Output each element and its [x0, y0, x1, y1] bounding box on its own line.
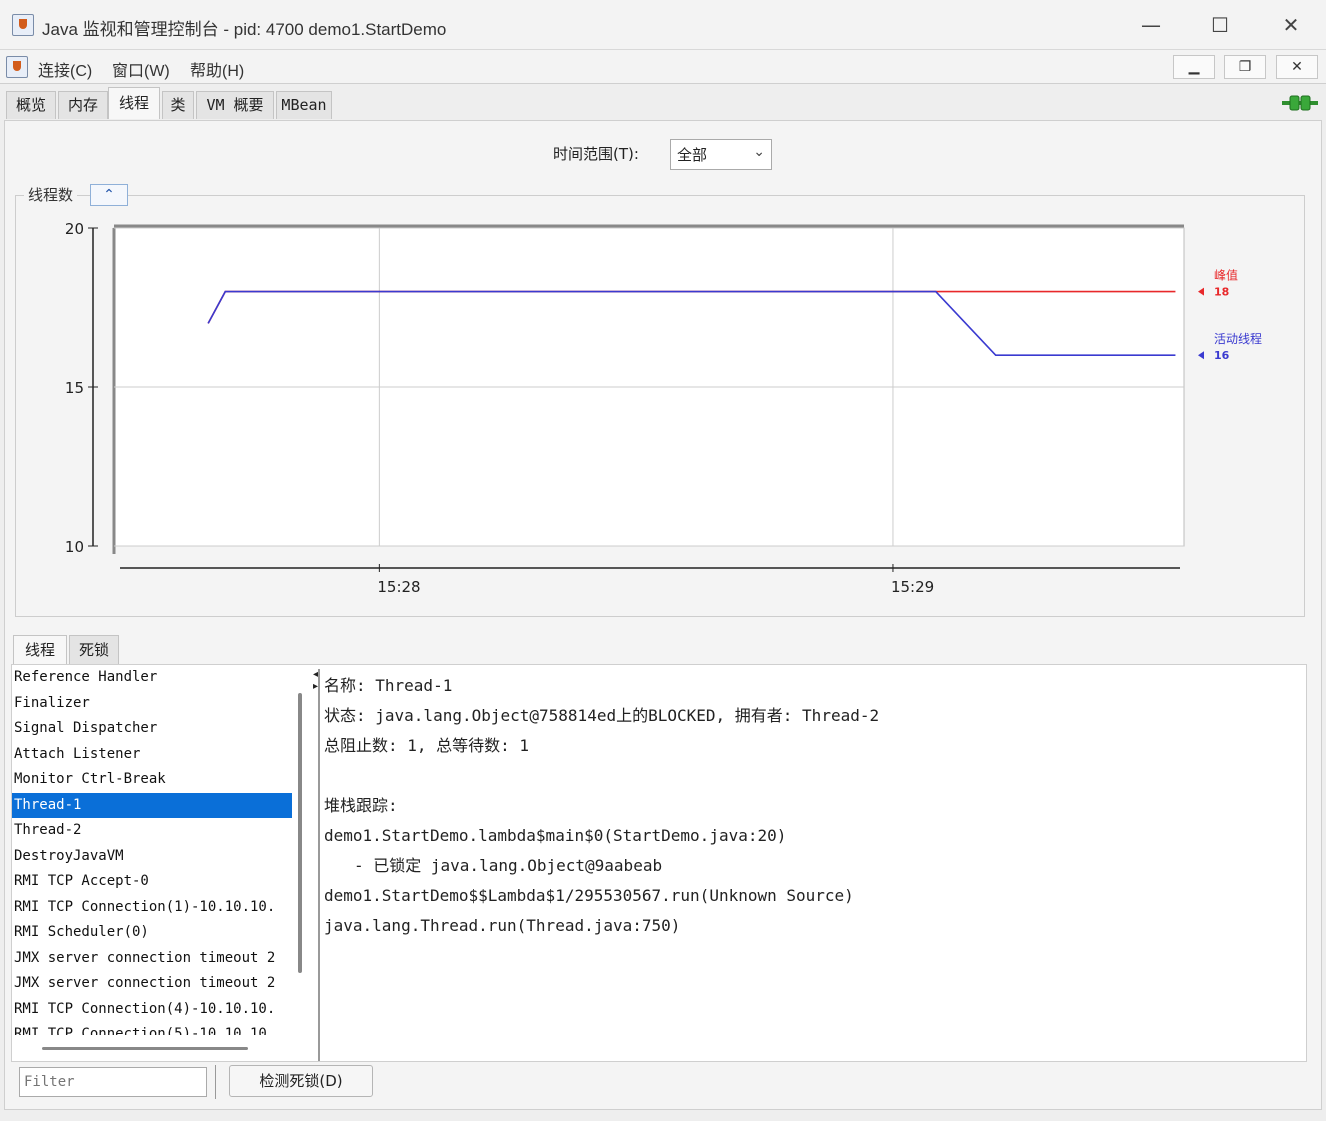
- series-marker: [1198, 351, 1204, 360]
- thread-totals-line: 总阻止数: 1, 总等待数: 1: [324, 736, 530, 755]
- mdi-restore-button[interactable]: ❐: [1224, 55, 1266, 79]
- thread-name-line: 名称: Thread-1: [324, 676, 453, 695]
- java-menu-icon[interactable]: [6, 56, 28, 78]
- chevron-down-icon: ⌄: [753, 144, 765, 160]
- stack-lock-info: - 已锁定 java.lang.Object@9aabeab: [354, 856, 663, 875]
- y-tick-label: 15: [65, 379, 84, 397]
- thread-list-horizontal-scrollbar[interactable]: [42, 1047, 248, 1050]
- thread-list-item[interactable]: Reference Handler: [12, 665, 292, 691]
- stack-frame: demo1.StartDemo.lambda$main$0(StartDemo.…: [324, 826, 787, 845]
- java-app-icon: [12, 14, 34, 36]
- thread-list-item[interactable]: RMI TCP Connection(1)-10.10.10.: [12, 895, 292, 921]
- thread-list-item[interactable]: Signal Dispatcher: [12, 716, 292, 742]
- x-tick-label: 15:29: [891, 578, 934, 596]
- tab-vm-summary[interactable]: VM 概要: [196, 91, 274, 119]
- thread-list-item[interactable]: Finalizer: [12, 691, 292, 717]
- mdi-close-button[interactable]: ✕: [1276, 55, 1318, 79]
- window-title: Java 监视和管理控制台 - pid: 4700 demo1.StartDem…: [42, 20, 447, 39]
- series-value-label: 18: [1214, 286, 1229, 299]
- close-button[interactable]: ✕: [1278, 12, 1304, 38]
- thread-list[interactable]: Reference Handler Finalizer Signal Dispatc…: [12, 665, 292, 1035]
- thread-footer: 检测死锁(D): [9, 1063, 1305, 1105]
- menu-help[interactable]: 帮助(H): [190, 57, 244, 81]
- connection-status-icon[interactable]: [1282, 93, 1318, 113]
- thread-list-item[interactable]: JMX server connection timeout 2: [12, 971, 292, 997]
- thread-list-item[interactable]: Monitor Ctrl-Break: [12, 767, 292, 793]
- thread-list-item[interactable]: RMI Scheduler(0): [12, 920, 292, 946]
- series-name-label: 活动线程: [1214, 331, 1262, 346]
- stack-frame: demo1.StartDemo$$Lambda$1/295530567.run(…: [324, 886, 854, 905]
- tab-threads[interactable]: 线程: [108, 87, 160, 119]
- stack-trace-title: 堆栈跟踪:: [324, 796, 398, 815]
- tab-memory[interactable]: 内存: [58, 91, 108, 119]
- x-tick-label: 15:28: [377, 578, 420, 596]
- thread-list-item[interactable]: DestroyJavaVM: [12, 844, 292, 870]
- title-bar: Java 监视和管理控制台 - pid: 4700 demo1.StartDem…: [0, 0, 1326, 50]
- thread-state-line: 状态: java.lang.Object@758814ed上的BLOCKED, …: [324, 706, 880, 725]
- stack-frame: java.lang.Thread.run(Thread.java:750): [324, 916, 681, 935]
- footer-separator: [215, 1065, 216, 1099]
- thread-list-vertical-scrollbar[interactable]: [298, 693, 302, 973]
- series-marker: [1198, 287, 1204, 296]
- main-tab-bar: 概览 内存 线程 类 VM 概要 MBean: [0, 85, 1326, 121]
- thread-count-chart-panel: 线程数 ⌃ 10 15 20 15:28 15:29 峰值 18 活动线程 16: [15, 184, 1305, 617]
- menu-window[interactable]: 窗口(W): [112, 57, 170, 81]
- thread-list-item[interactable]: JMX server connection timeout 2: [12, 946, 292, 972]
- thread-list-item[interactable]: Thread-2: [12, 818, 292, 844]
- thread-count-chart: 10 15 20 15:28 15:29 峰值 18 活动线程 16: [65, 220, 1262, 596]
- menu-connection[interactable]: 连接(C): [38, 57, 92, 81]
- minimize-button[interactable]: —: [1138, 12, 1164, 38]
- time-range-select[interactable]: 全部 ⌄: [670, 139, 772, 170]
- filter-input[interactable]: [19, 1067, 207, 1097]
- tab-thread-list[interactable]: 线程: [13, 635, 67, 665]
- thread-detail-panel: Reference Handler Finalizer Signal Dispatc…: [11, 664, 1307, 1062]
- tab-classes[interactable]: 类: [162, 91, 194, 119]
- thread-list-item[interactable]: Thread-1: [12, 792, 292, 818]
- split-pane-divider[interactable]: [318, 669, 320, 1061]
- divider-arrows-icon[interactable]: ◂ ▸: [313, 669, 318, 693]
- thread-list-item[interactable]: RMI TCP Accept-0: [12, 869, 292, 895]
- series-value-label: 16: [1214, 349, 1230, 362]
- series-name-label: 峰值: [1214, 268, 1238, 283]
- tab-overview[interactable]: 概览: [6, 91, 56, 119]
- y-tick-label: 20: [65, 220, 84, 238]
- menu-bar: 连接(C) 窗口(W) 帮助(H) ▁ ❐ ✕: [0, 50, 1326, 84]
- time-range-value: 全部: [677, 146, 708, 164]
- thread-list-item[interactable]: Attach Listener: [12, 742, 292, 768]
- mdi-minimize-button[interactable]: ▁: [1173, 55, 1215, 79]
- tab-mbean[interactable]: MBean: [276, 91, 332, 119]
- thread-detail: 名称: Thread-1 状态: java.lang.Object@758814…: [324, 671, 1294, 941]
- threads-content: 时间范围(T): 全部 ⌄ 线程数 ⌃ 10 15 20 15:28 15:29 峰值 18…: [4, 120, 1322, 1110]
- time-range-label: 时间范围(T):: [553, 145, 639, 163]
- detect-deadlock-button[interactable]: 检测死锁(D): [229, 1065, 373, 1097]
- thread-list-item[interactable]: RMI TCP Connection(5)-10.10.10.: [12, 1022, 292, 1035]
- y-tick-label: 10: [65, 538, 84, 556]
- maximize-button[interactable]: ☐: [1207, 12, 1233, 38]
- tab-deadlock[interactable]: 死锁: [69, 635, 119, 665]
- thread-list-item[interactable]: RMI TCP Connection(4)-10.10.10.: [12, 997, 292, 1023]
